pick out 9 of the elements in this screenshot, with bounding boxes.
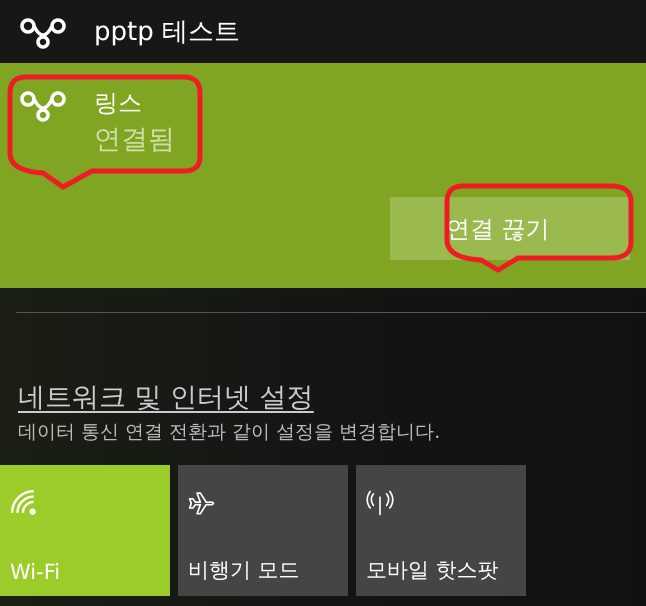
quick-action-tile[interactable]: 비행기 모드 [178, 465, 348, 596]
wifi-icon [10, 489, 38, 517]
settings-description: 데이터 통신 연결 전환과 같이 설정을 변경합니다. [18, 420, 442, 445]
connection-name: 링스 [94, 88, 143, 119]
antenna-icon [366, 489, 394, 517]
connection-name: pptp 테스트 [94, 16, 240, 49]
connection-status: 연결됨 [94, 123, 175, 157]
quick-action-tile[interactable]: 모바일 핫스팟 [356, 465, 526, 596]
settings-link[interactable]: 네트워크 및 인터넷 설정 [18, 379, 314, 415]
